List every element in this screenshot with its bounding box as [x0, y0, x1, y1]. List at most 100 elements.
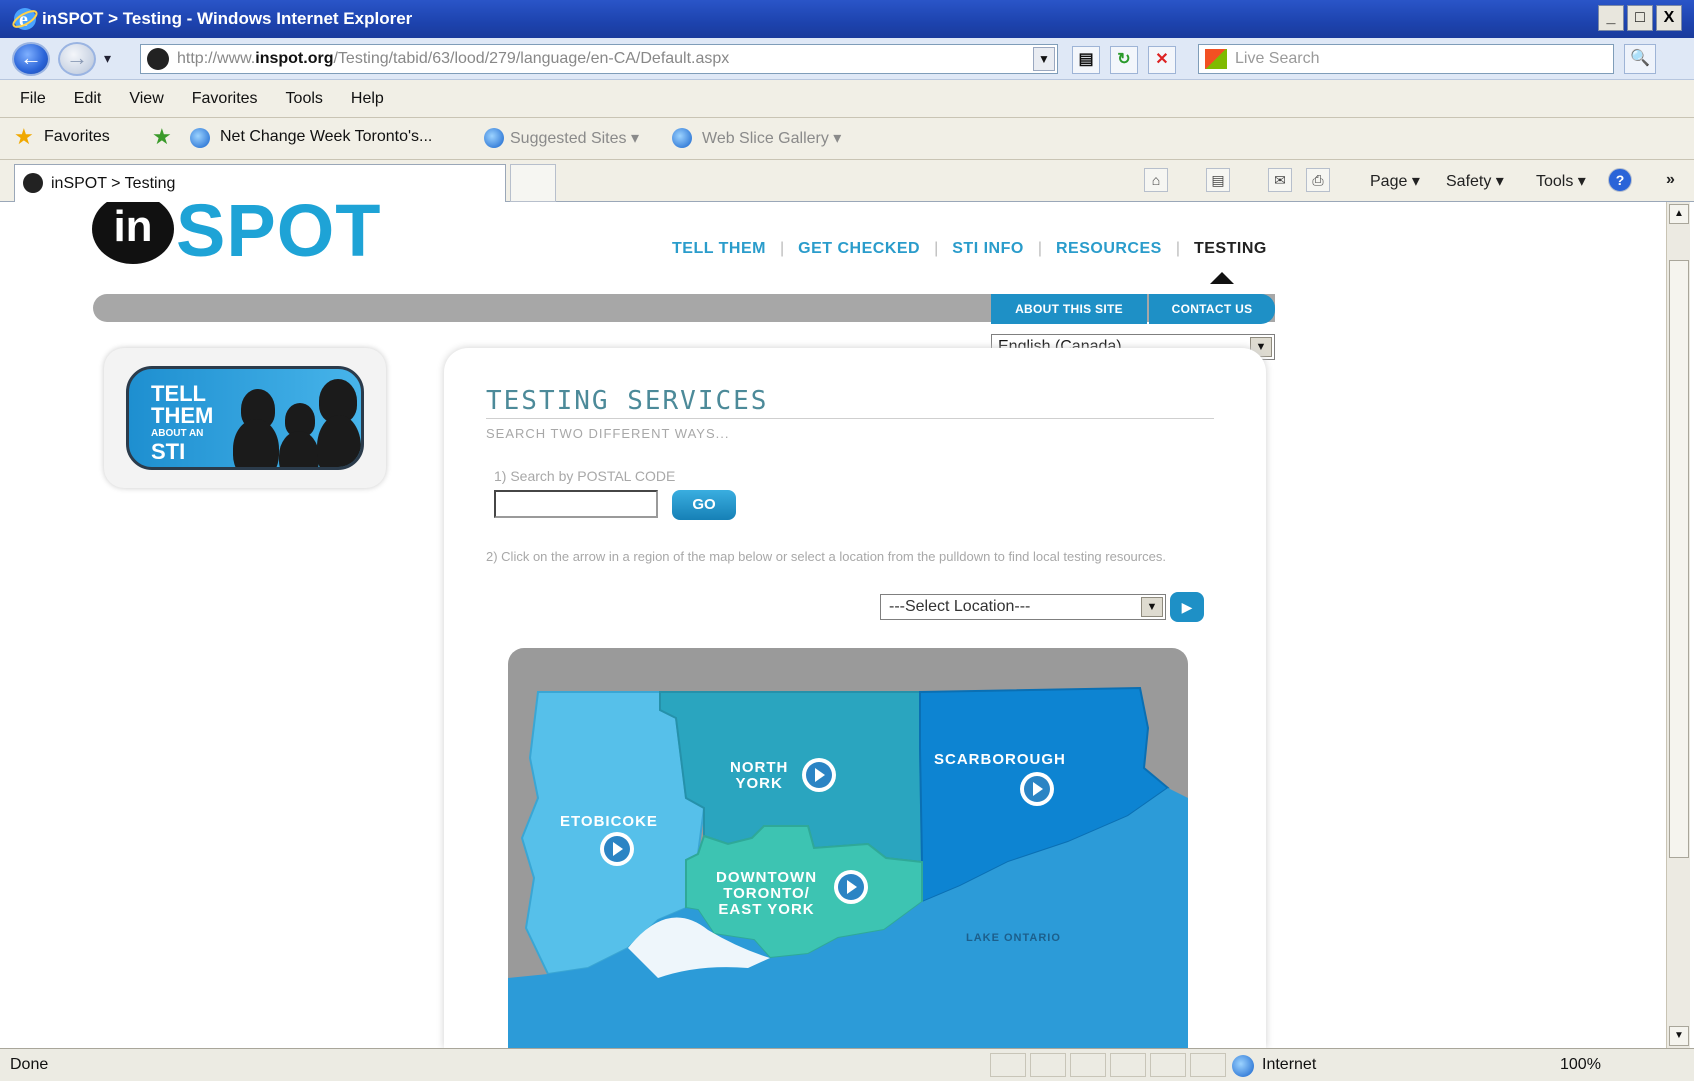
ie-page-icon	[190, 128, 210, 148]
address-dropdown-button[interactable]: ▼	[1033, 47, 1055, 71]
page-title: TESTING SERVICES	[486, 386, 769, 416]
person-silhouette-icon	[279, 431, 319, 467]
search-input[interactable]: Live Search	[1198, 44, 1614, 74]
refresh-icon[interactable]: ↻	[1110, 46, 1138, 74]
toronto-region-map: ETOBICOKE NORTH YORK SCARBOROUGH DOWNTOW…	[508, 648, 1188, 1048]
maximize-button[interactable]: □	[1627, 5, 1653, 31]
scroll-up-icon[interactable]: ▲	[1669, 204, 1689, 224]
recent-pages-dropdown[interactable]: ▾	[104, 50, 111, 67]
internet-explorer-icon: e	[12, 8, 38, 31]
home-icon[interactable]: ⌂	[1144, 168, 1168, 192]
web-slice-gallery-link[interactable]: Web Slice Gallery ▾	[702, 128, 841, 148]
scroll-thumb[interactable]	[1669, 260, 1689, 858]
close-window-button[interactable]: X	[1656, 5, 1682, 31]
menu-help[interactable]: Help	[337, 90, 398, 108]
lake-ontario-label: LAKE ONTARIO	[966, 932, 1061, 944]
location-select[interactable]: ---Select Location--- ▼	[880, 594, 1166, 620]
menu-edit[interactable]: Edit	[60, 90, 116, 108]
menu-bar: File Edit View Favorites Tools Help	[0, 80, 1694, 118]
address-url: http://www.inspot.org/Testing/tabid/63/l…	[177, 50, 730, 67]
page-subtitle: SEARCH TWO DIFFERENT WAYS...	[486, 426, 730, 441]
tab-label: inSPOT > Testing	[51, 175, 176, 192]
minimize-button[interactable]: _	[1598, 5, 1624, 31]
nav-get-checked[interactable]: GET CHECKED	[798, 240, 920, 258]
person-silhouette-icon	[317, 415, 361, 467]
status-pane	[1110, 1053, 1146, 1077]
nav-resources[interactable]: RESOURCES	[1056, 240, 1162, 258]
site-main-nav: TELL THEM | GET CHECKED | STI INFO | RES…	[672, 240, 1267, 258]
address-toolbar: ← → ▾ http://www.inspot.org/Testing/tabi…	[0, 38, 1694, 80]
title-divider	[486, 418, 1214, 419]
search-go-button[interactable]: 🔍	[1624, 44, 1656, 74]
about-this-site-button[interactable]: ABOUT THIS SITE	[991, 294, 1147, 324]
tell-them-banner[interactable]: TELL THEM ABOUT AN STI	[126, 366, 364, 470]
favorites-bar: ★ Favorites ★ Net Change Week Toronto's.…	[0, 118, 1694, 160]
suggested-sites-link[interactable]: Suggested Sites ▾	[510, 128, 639, 148]
inspot-logo-in[interactable]: in	[92, 202, 174, 264]
security-zone-label[interactable]: Internet	[1262, 1056, 1316, 1074]
add-favorite-icon[interactable]: ★	[152, 126, 174, 148]
tab-favicon-icon	[23, 173, 43, 193]
region-label-etobicoke: ETOBICOKE	[560, 813, 658, 830]
nav-tell-them[interactable]: TELL THEM	[672, 240, 766, 258]
chevron-down-icon: ▼	[1141, 597, 1163, 617]
status-pane	[1070, 1053, 1106, 1077]
back-button[interactable]: ←	[12, 42, 50, 76]
window-titlebar: e inSPOT > Testing - Windows Internet Ex…	[0, 0, 1694, 38]
status-pane	[1190, 1053, 1226, 1077]
tab-inspot-testing[interactable]: inSPOT > Testing	[14, 164, 506, 202]
etobicoke-arrow-button[interactable]	[600, 832, 634, 866]
internet-zone-icon	[1232, 1055, 1254, 1077]
status-bar: Done Internet 100%	[0, 1048, 1694, 1081]
favorite-link-net-change[interactable]: Net Change Week Toronto's...	[220, 128, 432, 146]
location-go-button[interactable]: ▶	[1170, 592, 1204, 622]
window-title: inSPOT > Testing - Windows Internet Expl…	[42, 9, 413, 28]
compatibility-view-icon[interactable]: ▤	[1072, 46, 1100, 74]
tools-menu[interactable]: Tools ▾	[1536, 171, 1586, 191]
postal-go-button[interactable]: GO	[672, 490, 736, 520]
status-pane	[990, 1053, 1026, 1077]
site-favicon-icon	[147, 48, 169, 70]
contact-us-button[interactable]: CONTACT US	[1149, 294, 1275, 324]
menu-file[interactable]: File	[0, 90, 60, 108]
menu-tools[interactable]: Tools	[272, 90, 337, 108]
scroll-down-icon[interactable]: ▼	[1669, 1026, 1689, 1046]
tell-them-card[interactable]: TELL THEM ABOUT AN STI	[104, 348, 386, 488]
location-select-value: ---Select Location---	[889, 598, 1031, 615]
postal-code-input[interactable]	[494, 490, 658, 518]
new-tab-button[interactable]	[510, 164, 556, 202]
page-vertical-scrollbar[interactable]: ▲ ▼	[1666, 202, 1690, 1048]
feeds-icon[interactable]: ▤	[1206, 168, 1230, 192]
downtown-arrow-button[interactable]	[834, 870, 868, 904]
map-instructions: 2) Click on the arrow in a region of the…	[486, 549, 1166, 564]
north-york-arrow-button[interactable]	[802, 758, 836, 792]
tab-bar: inSPOT > Testing ⌂ ▤ ✉ ⎙ Page ▾ Safety ▾…	[0, 160, 1694, 202]
page-viewport: in SPOT TELL THEM | GET CHECKED | STI IN…	[8, 202, 1666, 1048]
scarborough-arrow-button[interactable]	[1020, 772, 1054, 806]
page-menu[interactable]: Page ▾	[1370, 171, 1420, 191]
stop-icon[interactable]: ✕	[1148, 46, 1176, 74]
favorites-button[interactable]: Favorites	[44, 128, 110, 146]
menu-view[interactable]: View	[115, 90, 177, 108]
status-pane	[1150, 1053, 1186, 1077]
nav-testing[interactable]: TESTING	[1194, 240, 1267, 258]
nav-sti-info[interactable]: STI INFO	[952, 240, 1024, 258]
search-placeholder: Live Search	[1235, 50, 1320, 67]
region-label-north-york: NORTH YORK	[730, 759, 789, 792]
address-input[interactable]: http://www.inspot.org/Testing/tabid/63/l…	[140, 44, 1058, 74]
more-commands-icon[interactable]: »	[1666, 171, 1675, 189]
person-silhouette-icon	[233, 419, 279, 467]
mail-icon[interactable]: ✉	[1268, 168, 1292, 192]
active-nav-caret-icon	[1210, 272, 1234, 284]
forward-button[interactable]: →	[58, 42, 96, 76]
safety-menu[interactable]: Safety ▾	[1446, 171, 1504, 191]
favorites-star-icon: ★	[14, 124, 34, 149]
print-icon[interactable]: ⎙	[1306, 168, 1330, 192]
region-label-scarborough: SCARBOROUGH	[934, 751, 1066, 768]
zoom-level[interactable]: 100%	[1560, 1056, 1601, 1074]
help-icon[interactable]: ?	[1608, 168, 1632, 192]
menu-favorites[interactable]: Favorites	[178, 90, 272, 108]
inspot-logo-spot[interactable]: SPOT	[176, 202, 381, 273]
web-slice-icon	[672, 128, 692, 148]
status-pane	[1030, 1053, 1066, 1077]
